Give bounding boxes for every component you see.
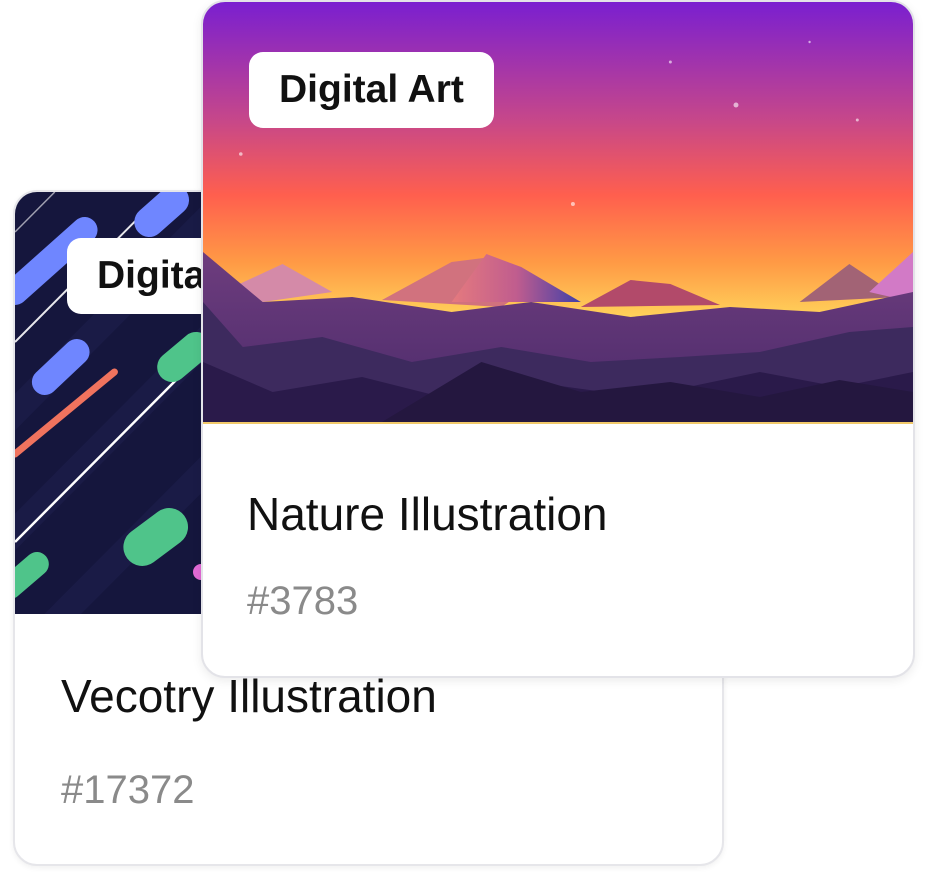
card-thumbnail-mountains[interactable]: Digital Art	[203, 2, 913, 422]
category-tag[interactable]: Digital Art	[249, 52, 494, 128]
image-divider	[203, 422, 913, 424]
card-id: #3783	[247, 579, 359, 623]
artwork-card-nature[interactable]: Digital Art Nature Illustration #3783	[201, 0, 915, 678]
card-id: #17372	[61, 768, 195, 812]
card-title[interactable]: Nature Illustration	[247, 486, 608, 542]
